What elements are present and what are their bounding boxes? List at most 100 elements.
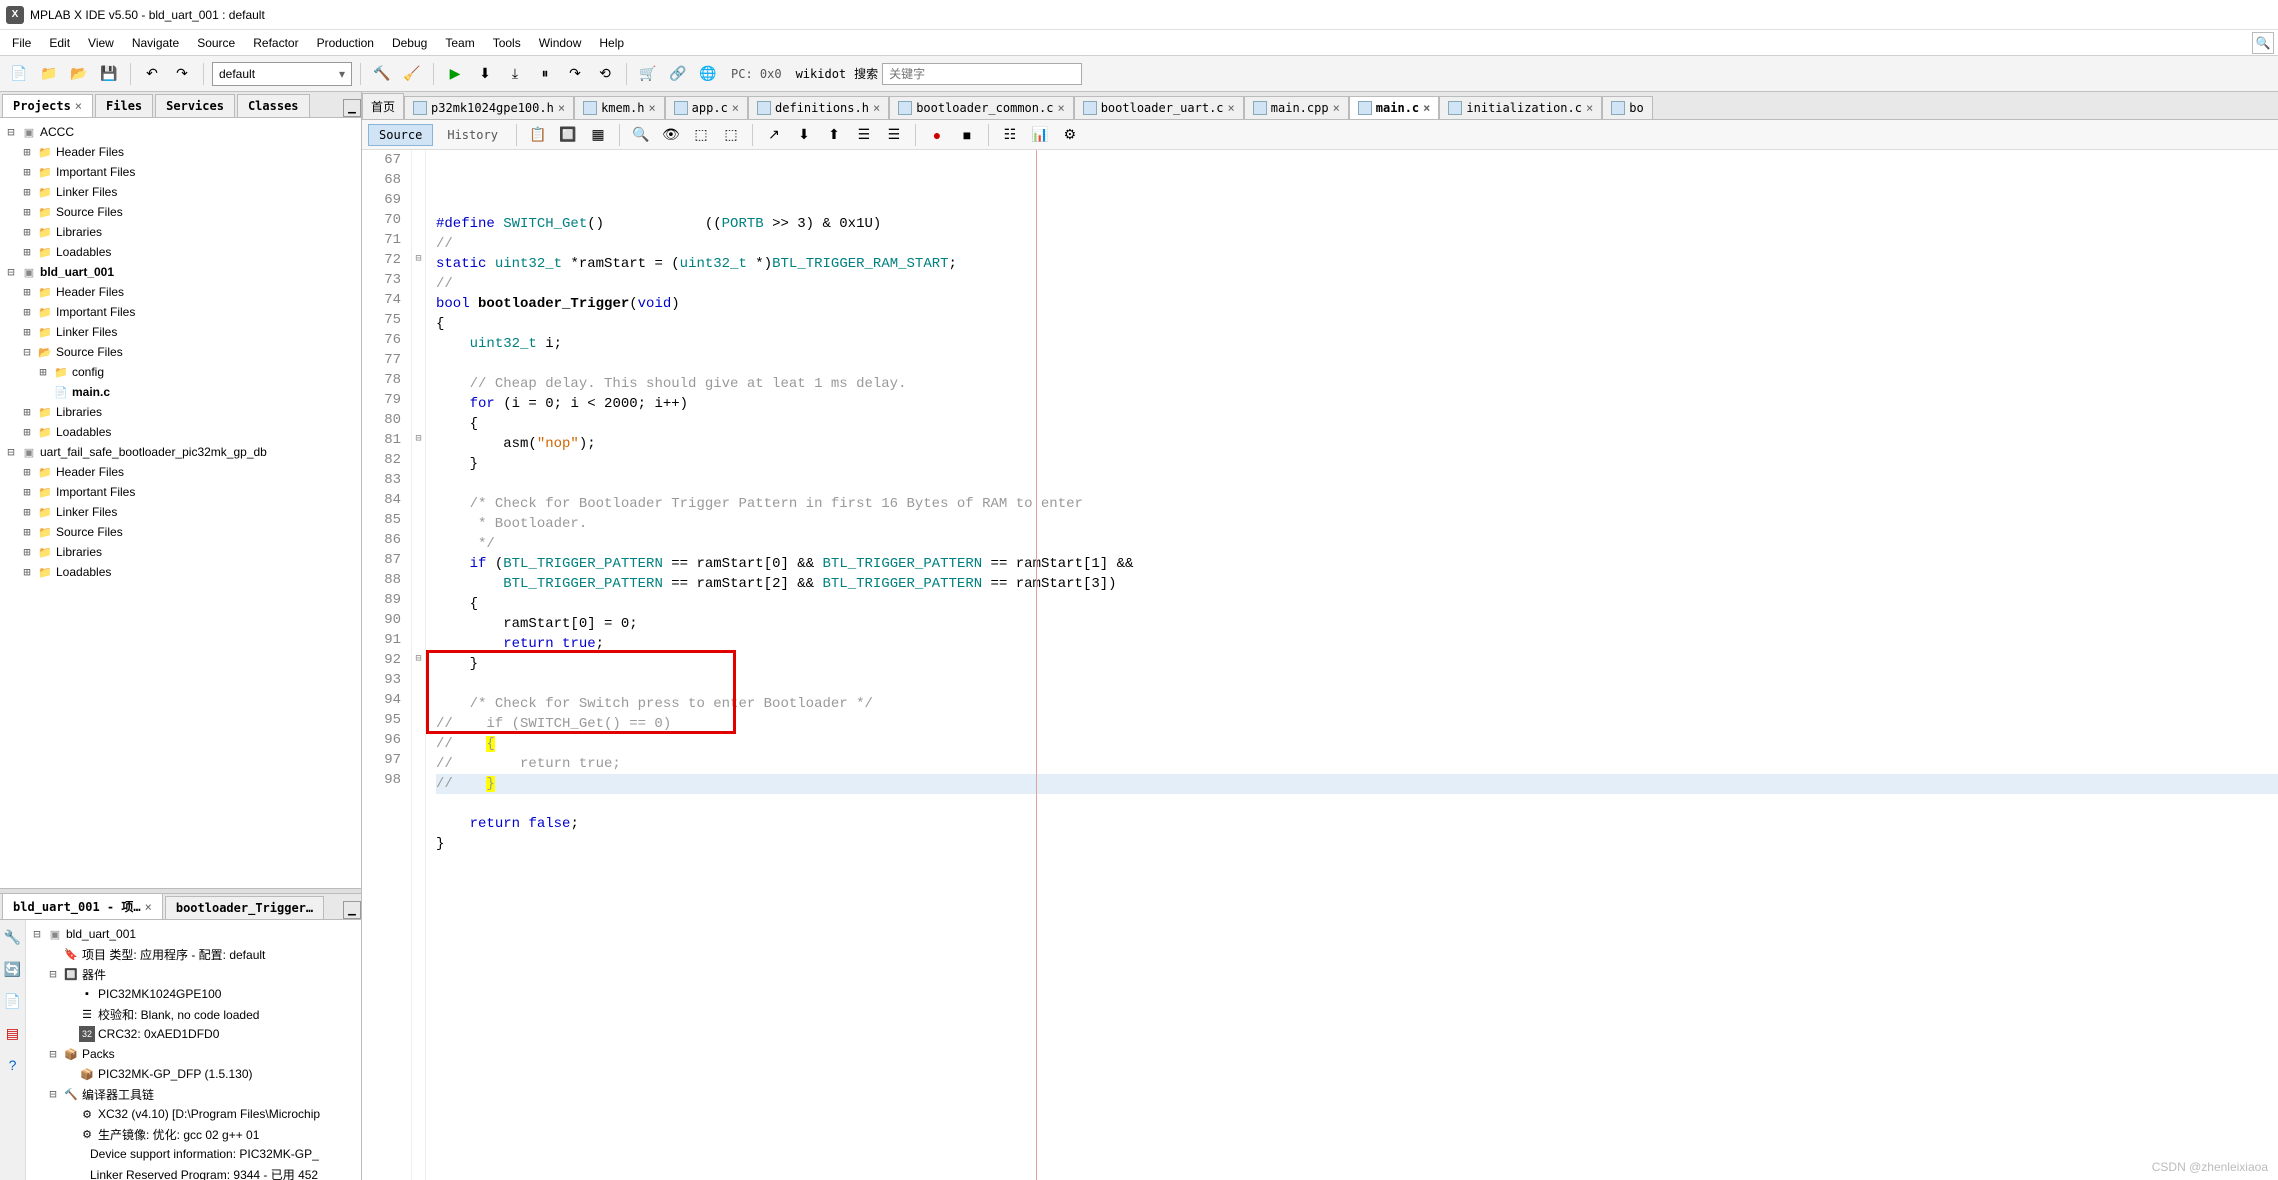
- menu-tools[interactable]: Tools: [485, 33, 529, 53]
- menu-window[interactable]: Window: [531, 33, 590, 53]
- expand-toggle[interactable]: ⊞: [20, 485, 34, 499]
- editor-tool-icon[interactable]: ☰: [881, 122, 907, 148]
- line-number[interactable]: 67: [362, 150, 401, 170]
- debug-button[interactable]: ⤓: [502, 61, 528, 87]
- code-line[interactable]: //: [436, 274, 2278, 294]
- cart-icon[interactable]: 🛒: [635, 61, 661, 87]
- code-line[interactable]: asm("nop");: [436, 434, 2278, 454]
- code-line[interactable]: }: [436, 654, 2278, 674]
- tree-row[interactable]: ⊞📁Libraries: [0, 222, 361, 242]
- editor-tab[interactable]: main.cpp×: [1244, 96, 1349, 119]
- fold-toggle[interactable]: [412, 450, 425, 470]
- tree-row[interactable]: ⊞📁Header Files: [0, 282, 361, 302]
- editor-tab[interactable]: bootloader_common.c×: [889, 96, 1074, 119]
- tab-services[interactable]: Services: [155, 94, 235, 117]
- tree-row[interactable]: ⊞📁Linker Files: [0, 182, 361, 202]
- editor-tool-icon[interactable]: 📊: [1027, 122, 1053, 148]
- config-combo[interactable]: default ▾: [212, 62, 352, 86]
- fold-toggle[interactable]: [412, 370, 425, 390]
- code-line[interactable]: return false;: [436, 814, 2278, 834]
- code-line[interactable]: }: [436, 454, 2278, 474]
- expand-toggle[interactable]: ⊟: [30, 927, 44, 941]
- dashboard-tree[interactable]: ⊟▣bld_uart_001 🔖项目 类型: 应用程序 - 配置: defaul…: [26, 920, 361, 1180]
- fold-toggle[interactable]: [412, 530, 425, 550]
- code-line[interactable]: // if (SWITCH_Get() == 0): [436, 714, 2278, 734]
- line-number[interactable]: 93: [362, 670, 401, 690]
- line-number[interactable]: 80: [362, 410, 401, 430]
- tree-row[interactable]: ⊞📁Header Files: [0, 142, 361, 162]
- editor-tool-icon[interactable]: 👁: [658, 122, 684, 148]
- line-number[interactable]: 70: [362, 210, 401, 230]
- code-line[interactable]: if (BTL_TRIGGER_PATTERN == ramStart[0] &…: [436, 554, 2278, 574]
- line-number[interactable]: 81: [362, 430, 401, 450]
- menu-view[interactable]: View: [80, 33, 122, 53]
- tree-row[interactable]: ⊞📁config: [0, 362, 361, 382]
- line-number[interactable]: 95: [362, 710, 401, 730]
- fold-toggle[interactable]: [412, 150, 425, 170]
- tree-row[interactable]: ⊞📁Libraries: [0, 542, 361, 562]
- line-number[interactable]: 76: [362, 330, 401, 350]
- expand-toggle[interactable]: ⊞: [20, 545, 34, 559]
- code-line[interactable]: //: [436, 234, 2278, 254]
- fold-toggle[interactable]: [412, 350, 425, 370]
- fold-toggle[interactable]: [412, 190, 425, 210]
- line-number[interactable]: 83: [362, 470, 401, 490]
- fold-toggle[interactable]: [412, 210, 425, 230]
- expand-toggle[interactable]: ⊟: [4, 125, 18, 139]
- tree-row[interactable]: ⊟▣uart_fail_safe_bootloader_pic32mk_gp_d…: [0, 442, 361, 462]
- menu-file[interactable]: File: [4, 33, 39, 53]
- line-number[interactable]: 97: [362, 750, 401, 770]
- editor-tab[interactable]: main.c×: [1349, 96, 1440, 119]
- code-line[interactable]: }: [436, 834, 2278, 854]
- fold-toggle[interactable]: [412, 490, 425, 510]
- tree-row[interactable]: ⊞📁Loadables: [0, 422, 361, 442]
- editor-tool-icon[interactable]: ☰: [851, 122, 877, 148]
- code-line[interactable]: /* Check for Switch press to enter Bootl…: [436, 694, 2278, 714]
- line-number[interactable]: 71: [362, 230, 401, 250]
- expand-toggle[interactable]: ⊞: [20, 465, 34, 479]
- expand-toggle[interactable]: ⊞: [20, 145, 34, 159]
- editor-tab[interactable]: definitions.h×: [748, 96, 889, 119]
- editor-tool-icon[interactable]: 🔍: [628, 122, 654, 148]
- fold-toggle[interactable]: [412, 630, 425, 650]
- code-line[interactable]: [436, 794, 2278, 814]
- close-icon[interactable]: ×: [1057, 101, 1064, 115]
- expand-toggle[interactable]: ⊞: [20, 225, 34, 239]
- editor-tool-icon[interactable]: 📋: [525, 122, 551, 148]
- tree-row[interactable]: ⊞📁Header Files: [0, 462, 361, 482]
- record-icon[interactable]: ●: [924, 122, 950, 148]
- expand-toggle[interactable]: ⊞: [20, 185, 34, 199]
- new-file-button[interactable]: 📄: [6, 61, 32, 87]
- code-line[interactable]: // }: [436, 774, 2278, 794]
- tree-row[interactable]: ⊞📁Libraries: [0, 402, 361, 422]
- code-line[interactable]: [436, 474, 2278, 494]
- code-line[interactable]: for (i = 0; i < 2000; i++): [436, 394, 2278, 414]
- menu-help[interactable]: Help: [591, 33, 632, 53]
- expand-toggle[interactable]: ⊞: [20, 405, 34, 419]
- fold-toggle[interactable]: [412, 390, 425, 410]
- tree-row[interactable]: ⊞📁Important Files: [0, 302, 361, 322]
- fold-toggle[interactable]: [412, 310, 425, 330]
- tree-row[interactable]: ⊞📁Linker Files: [0, 322, 361, 342]
- expand-toggle[interactable]: ⊞: [20, 565, 34, 579]
- close-icon[interactable]: ×: [1333, 101, 1340, 115]
- menu-team[interactable]: Team: [437, 33, 482, 53]
- line-number[interactable]: 87: [362, 550, 401, 570]
- fold-toggle[interactable]: [412, 510, 425, 530]
- pause-button[interactable]: ⏸: [532, 61, 558, 87]
- fold-toggle[interactable]: [412, 330, 425, 350]
- expand-toggle[interactable]: ⊞: [36, 365, 50, 379]
- close-icon[interactable]: ×: [648, 101, 655, 115]
- fold-toggle[interactable]: [412, 590, 425, 610]
- close-icon[interactable]: ×: [75, 99, 82, 113]
- fold-toggle[interactable]: [412, 550, 425, 570]
- source-view-button[interactable]: Source: [368, 124, 433, 146]
- line-number[interactable]: 79: [362, 390, 401, 410]
- tab-navigator[interactable]: bootloader_Trigger…: [165, 896, 324, 919]
- code-line[interactable]: {: [436, 314, 2278, 334]
- fold-toggle[interactable]: [412, 670, 425, 690]
- close-icon[interactable]: ×: [558, 101, 565, 115]
- fold-toggle[interactable]: [412, 290, 425, 310]
- line-number[interactable]: 69: [362, 190, 401, 210]
- expand-toggle[interactable]: ⊞: [20, 325, 34, 339]
